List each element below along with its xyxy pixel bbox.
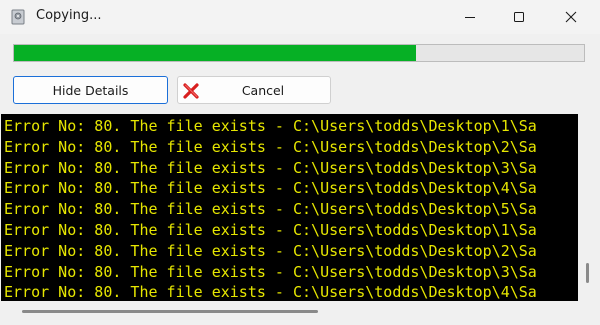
minimize-button[interactable] <box>447 0 493 34</box>
maximize-icon <box>513 11 525 23</box>
app-copy-icon <box>10 9 26 25</box>
hide-details-label: Hide Details <box>52 82 129 98</box>
progress-bar-fill <box>14 45 416 61</box>
minimize-icon <box>464 11 476 23</box>
hide-details-button[interactable]: Hide Details <box>13 76 168 104</box>
cancel-label: Cancel <box>241 82 285 98</box>
log-line: Error No: 80. The file exists - C:\Users… <box>4 241 537 260</box>
log-line: Error No: 80. The file exists - C:\Users… <box>4 200 537 219</box>
close-icon <box>565 11 577 23</box>
details-log[interactable]: Error No: 80. The file exists - C:\Users… <box>1 114 578 301</box>
log-line: Error No: 80. The file exists - C:\Users… <box>4 221 537 239</box>
log-line: Error No: 80. The file exists - C:\Users… <box>4 262 537 281</box>
horizontal-scroll-thumb[interactable] <box>22 310 318 313</box>
log-line: Error No: 80. The file exists - C:\Users… <box>4 117 537 135</box>
progress-bar <box>13 44 585 62</box>
close-button[interactable] <box>548 0 594 34</box>
log-line: Error No: 80. The file exists - C:\Users… <box>4 283 537 301</box>
maximize-button[interactable] <box>496 0 542 34</box>
log-line: Error No: 80. The file exists - C:\Users… <box>4 158 537 177</box>
horizontal-scrollbar[interactable] <box>0 301 578 323</box>
vertical-scroll-thumb[interactable] <box>586 263 589 283</box>
window-title: Copying... <box>36 8 102 23</box>
vertical-scrollbar[interactable] <box>578 114 599 301</box>
cancel-button[interactable]: Cancel <box>177 76 331 104</box>
red-x-icon <box>182 82 200 103</box>
title-bar: Copying... <box>0 0 600 34</box>
log-line: Error No: 80. The file exists - C:\Users… <box>4 179 537 198</box>
log-line: Error No: 80. The file exists - C:\Users… <box>4 137 537 156</box>
